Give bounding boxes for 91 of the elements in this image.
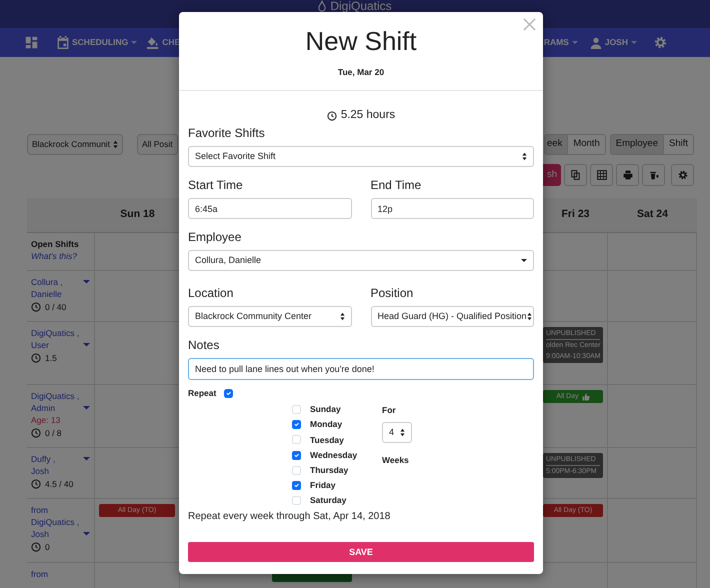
hours-text: 1.5 (45, 352, 57, 364)
clock-icon (31, 353, 41, 363)
toolbar-button[interactable] (616, 164, 639, 186)
select-field[interactable]: Blackrock Communit (27, 134, 123, 155)
checkbox[interactable] (292, 481, 301, 490)
field-label: End Time (370, 178, 422, 192)
employee-name[interactable]: DigiQuatics , User (31, 327, 83, 351)
employee-name[interactable]: Collura , Danielle (31, 276, 83, 300)
hours-text: 0 / 40 (45, 301, 66, 313)
weeks-select[interactable]: 4 (382, 422, 412, 443)
checkbox[interactable] (224, 389, 234, 398)
select-field[interactable]: Select Favorite Shift (188, 146, 534, 168)
nav-menu[interactable]: JOSH (590, 36, 637, 49)
day-label: Sunday (310, 403, 341, 416)
checkbox[interactable] (292, 450, 301, 460)
nav-menu[interactable]: SCHEDULING (57, 36, 138, 49)
nav-menu[interactable]: RAMS (544, 36, 578, 49)
employee-name[interactable]: from DigiQuatics , Josh (31, 504, 83, 540)
day-label: Saturday (310, 494, 346, 508)
day-label: Wednesday (310, 448, 358, 462)
weeks-label: Weeks (382, 454, 410, 466)
brand-name: DigiQuatics (330, 0, 392, 13)
select-field[interactable]: Collura, Danielle (188, 250, 534, 272)
view-toggle[interactable]: Shift (664, 134, 694, 155)
updown-icon (340, 312, 344, 322)
clock-icon (31, 302, 41, 312)
view-toggle[interactable]: Employee (610, 134, 664, 155)
employee-name[interactable]: from (31, 568, 83, 580)
help-link[interactable]: What's this? (31, 251, 78, 261)
select-field[interactable]: All Posit (136, 134, 178, 155)
toolbar-button[interactable] (564, 164, 587, 186)
day-label: Tuesday (310, 434, 344, 446)
input-field[interactable]: 6:45a (188, 198, 352, 220)
employee-name[interactable]: DigiQuatics , Admin (31, 390, 83, 414)
hours-text: 0 / 8 (45, 427, 62, 439)
for-label: For (382, 404, 397, 417)
paint-bucket-icon (147, 36, 160, 48)
checkbox-label: Repeat (188, 387, 216, 400)
field-label: Employee (188, 230, 242, 244)
toolbar-button[interactable] (671, 164, 694, 186)
save-button[interactable]: SAVE (188, 542, 534, 562)
settings-icon (678, 170, 688, 180)
field-label: Location (188, 286, 234, 300)
repeat-summary: Repeat every week through Sat, Apr 14, 2018 (188, 510, 392, 524)
copy-icon (571, 170, 580, 180)
age-text: Age: 13 (31, 414, 62, 426)
hours-text: 4.5 / 40 (45, 478, 74, 490)
modal-title: New Shift (305, 26, 417, 57)
date-text: Tue, Mar 20 (338, 66, 384, 79)
hours-text: 0 (45, 541, 50, 553)
select-field[interactable]: Head Guard (HG) - Qualified Position (370, 306, 534, 328)
trash-icon (648, 170, 658, 180)
hours-text: 5.25 hours (340, 108, 396, 123)
nav-menu[interactable]: CHE (147, 36, 180, 49)
print-icon (622, 170, 632, 180)
updown-icon (112, 140, 118, 149)
view-toggle[interactable]: eek (544, 134, 568, 155)
toolbar-button[interactable] (590, 164, 613, 186)
grid-icon (596, 170, 606, 180)
column-header: Fri 23 (561, 207, 590, 222)
clock-icon (31, 542, 41, 552)
person-icon (590, 36, 602, 48)
column-header: Sun 18 (120, 207, 155, 222)
caret-icon (521, 259, 527, 262)
day-label: Thursday (310, 464, 348, 477)
dashboard-icon[interactable] (25, 36, 38, 49)
clock-icon (31, 428, 41, 438)
updown-icon (400, 428, 405, 437)
clock-icon (326, 110, 337, 121)
field-label: Position (370, 286, 414, 300)
row-label: Open Shifts (31, 238, 80, 250)
thumbs-up-icon (582, 392, 590, 400)
field-label: Start Time (188, 178, 244, 192)
field-label: Notes (188, 338, 220, 352)
view-toggle[interactable]: Month (568, 134, 606, 155)
employee-name[interactable]: Duffy , Josh (31, 453, 83, 477)
day-label: Monday (310, 418, 342, 432)
updown-icon (526, 312, 532, 322)
column-header: Sat 24 (637, 207, 668, 222)
select-field[interactable]: Blackrock Community Center (188, 306, 352, 328)
clock-icon (31, 479, 41, 489)
updown-icon (522, 152, 527, 162)
input-field[interactable]: 12p (370, 198, 534, 220)
checkbox[interactable] (292, 420, 301, 430)
toolbar-button[interactable] (642, 164, 665, 186)
settings-icon[interactable] (654, 36, 667, 49)
field-label: Favorite Shifts (188, 126, 266, 140)
day-label: Friday (310, 479, 336, 492)
notes-field[interactable]: Need to pull lane lines out when you're done! (188, 358, 534, 380)
publish-button[interactable]: sh (542, 164, 561, 186)
calendar-icon (57, 36, 69, 49)
